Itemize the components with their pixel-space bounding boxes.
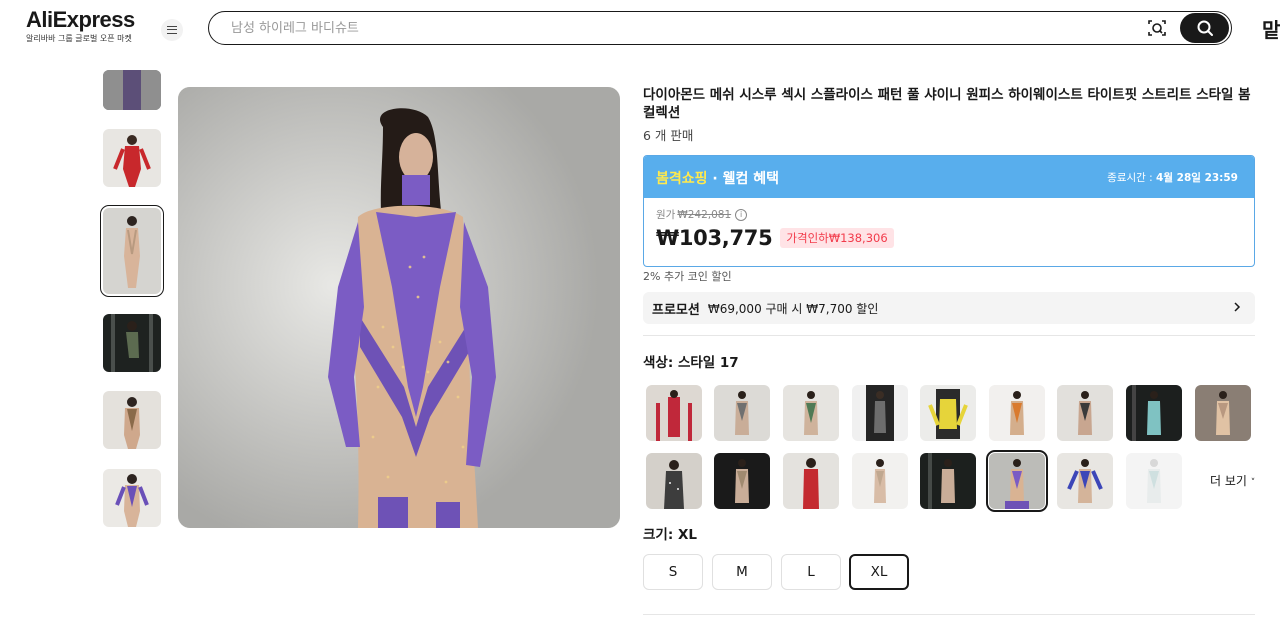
color-swatch[interactable] — [920, 385, 976, 441]
logo-text: AliExpress — [26, 7, 135, 32]
color-swatch[interactable] — [1195, 385, 1251, 441]
thumbnail-image[interactable] — [103, 314, 161, 372]
color-swatch[interactable] — [1057, 385, 1113, 441]
sale-price: ₩103,775 — [656, 226, 773, 250]
logo-tagline: 알리바바 그룹 글로벌 오픈 마켓 — [26, 34, 132, 43]
promo-rest: · 웰컴 혜택 — [707, 171, 779, 187]
info-icon[interactable]: i — [735, 209, 748, 221]
divider — [643, 335, 1255, 336]
search-bar — [208, 11, 1232, 45]
top-header: AliExpress 알리바바 그룹 글로벌 오픈 마켓 맡 — [0, 0, 1280, 56]
chevron-down-icon: ˅ — [1250, 478, 1256, 488]
sold-count: 6 개 판매 — [643, 128, 694, 143]
search-button[interactable] — [1180, 13, 1229, 43]
color-label: 색상: 스타일 17 — [643, 355, 739, 371]
promo-name: 봄격쇼핑 · 웰컴 혜택 — [656, 168, 779, 188]
divider — [643, 614, 1255, 615]
end-time-label: 종료시간 : — [1107, 172, 1157, 184]
color-swatch[interactable] — [714, 385, 770, 441]
image-search-icon[interactable] — [1147, 18, 1167, 38]
thumbnail-rail — [100, 70, 164, 536]
aliexpress-logo[interactable]: AliExpress 알리바바 그룹 글로벌 오픈 마켓 — [26, 7, 146, 45]
size-label: 크기: XL — [643, 527, 697, 543]
size-option-l[interactable]: L — [781, 554, 841, 590]
coin-discount: 2% 추가 코인 할인 — [643, 270, 732, 283]
size-option-m[interactable]: M — [712, 554, 772, 590]
color-swatch-selected[interactable] — [986, 450, 1048, 512]
color-swatch[interactable] — [646, 385, 702, 441]
more-label: 더 보기 — [1210, 474, 1247, 488]
color-swatch[interactable] — [1126, 453, 1182, 509]
color-swatch[interactable] — [1057, 453, 1113, 509]
promotion-label: 프로모션 — [652, 302, 700, 318]
color-swatch[interactable] — [646, 453, 702, 509]
thumbnail-image[interactable] — [103, 469, 161, 527]
more-colors-link[interactable]: 더 보기 ˅ — [1210, 472, 1255, 489]
promo-highlight: 봄격쇼핑 — [656, 171, 708, 187]
thumbnail-image-selected[interactable] — [100, 205, 164, 297]
original-price-label: 원가 — [656, 209, 676, 221]
size-option-s[interactable]: S — [643, 554, 703, 590]
color-swatch[interactable] — [783, 385, 839, 441]
original-price-row: 원가 ₩242,081 i — [656, 208, 1242, 222]
end-time-value: 4월 28일 23:59 — [1156, 172, 1238, 184]
chevron-right-icon — [1234, 302, 1241, 312]
discount-badge: 가격인하₩138,306 — [780, 228, 894, 248]
main-product-image[interactable] — [178, 87, 620, 528]
thumbnail-image[interactable] — [103, 70, 161, 110]
promo-end-time: 종료시간 : 4월 28일 23:59 — [1107, 170, 1238, 185]
color-swatch[interactable] — [852, 453, 908, 509]
promo-price-card: 봄격쇼핑 · 웰컴 혜택 종료시간 : 4월 28일 23:59 원가 ₩242… — [643, 155, 1255, 267]
color-swatch[interactable] — [783, 453, 839, 509]
color-swatch[interactable] — [920, 453, 976, 509]
price-row: ₩103,775 가격인하₩138,306 — [656, 226, 1242, 250]
color-swatch[interactable] — [989, 385, 1045, 441]
size-option-xl[interactable]: XL — [849, 554, 909, 590]
search-input[interactable] — [231, 18, 1111, 38]
original-price: ₩242,081 — [677, 209, 732, 221]
color-swatch[interactable] — [1126, 385, 1182, 441]
search-icon — [1197, 20, 1213, 36]
thumbnail-image[interactable] — [103, 391, 161, 449]
promotion-row[interactable]: 프로모션 ₩69,000 구매 시 ₩7,700 할인 — [643, 292, 1255, 324]
thumbnail-image[interactable] — [103, 129, 161, 187]
product-title: 다이아몬드 메쉬 시스루 섹시 스플라이스 패턴 풀 샤이니 원피스 하이웨이스… — [643, 87, 1251, 121]
color-swatch[interactable] — [714, 453, 770, 509]
header-cut-label[interactable]: 맡 — [1262, 14, 1280, 43]
hamburger-menu-icon[interactable] — [161, 19, 183, 41]
promo-banner: 봄격쇼핑 · 웰컴 혜택 종료시간 : 4월 28일 23:59 — [644, 156, 1254, 198]
promotion-desc: ₩69,000 구매 시 ₩7,700 할인 — [707, 301, 879, 316]
price-area: 원가 ₩242,081 i ₩103,775 가격인하₩138,306 — [644, 198, 1254, 260]
color-swatch[interactable] — [852, 385, 908, 441]
product-info: 다이아몬드 메쉬 시스루 섹시 스플라이스 패턴 풀 샤이니 원피스 하이웨이스… — [643, 86, 1257, 615]
